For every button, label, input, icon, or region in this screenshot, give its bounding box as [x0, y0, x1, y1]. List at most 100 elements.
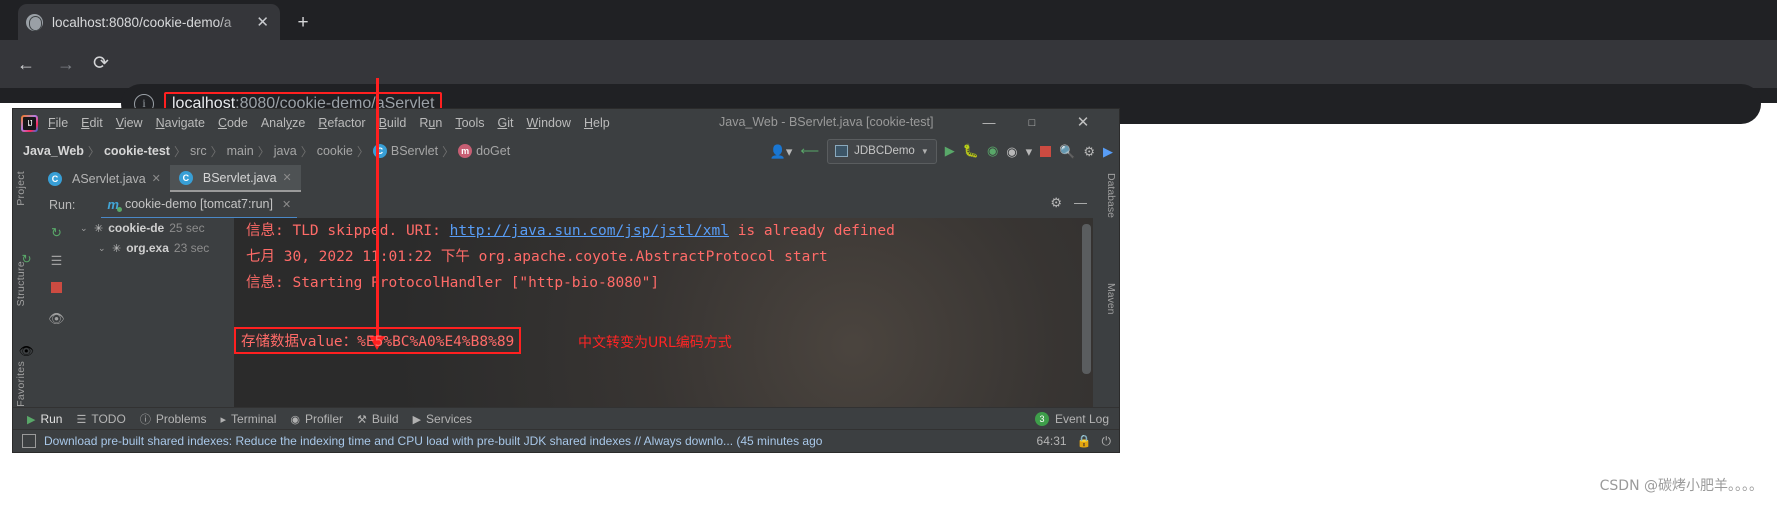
event-log-button[interactable]: 3 Event Log [1034, 412, 1109, 426]
run-icon[interactable]: ▶ [945, 143, 955, 159]
breadcrumb-separator: 〉 [210, 144, 223, 159]
hide-icon[interactable]: — [1074, 196, 1087, 209]
run-with-coverage-icon[interactable]: ◉ [987, 143, 998, 159]
eye-icon[interactable]: 👁 [18, 343, 35, 360]
breadcrumb-label: doGet [476, 143, 511, 158]
back-icon[interactable]: ← [14, 52, 38, 76]
search-icon[interactable]: 🔍 [1059, 145, 1075, 158]
sidebar-item-maven[interactable]: Maven [1105, 283, 1117, 315]
console-line: 七月 30, 2022 11:01:22 下午 org.apache.coyot… [246, 249, 828, 265]
menu-item-code[interactable]: Code [218, 116, 248, 130]
breadcrumb-label: java [273, 144, 297, 158]
forward-icon[interactable]: → [54, 52, 78, 76]
class-icon: C [48, 171, 62, 186]
sidebar-item-database[interactable]: Database [1105, 173, 1117, 218]
memory-indicator[interactable]: 64:31 [1037, 434, 1067, 448]
menu-item-window[interactable]: Window [526, 116, 570, 130]
tool-button-profiler[interactable]: ◉ Profiler [290, 412, 343, 426]
sidebar-item-project[interactable]: Project [15, 171, 27, 206]
window-title: Java_Web - BServlet.java [cookie-test] [719, 115, 934, 129]
run-configuration-selector[interactable]: JDBCDemo ▼ [827, 138, 937, 164]
chevron-down-icon[interactable]: ⌄ [80, 223, 89, 234]
browser-tab[interactable]: localhost:8080/cookie-demo/a ✕ [18, 4, 280, 40]
tool-window-bar: ▶ Run ☰ TODO ⓘ Problems ▸ Terminal ◉ Profiler ⚒ Bui… [13, 407, 1119, 430]
menu-item-navigate[interactable]: Navigate [156, 116, 205, 130]
tool-button-build[interactable]: ⚒ Build [357, 412, 399, 426]
user-icon[interactable]: 👤▾ [770, 145, 793, 158]
chevron-down-icon[interactable]: ▾ [1026, 145, 1033, 158]
console-link[interactable]: http://java.sun.com/jsp/jstl/xml [450, 223, 729, 239]
profiler-icon[interactable]: ◉ [1006, 145, 1017, 158]
tool-button-problems[interactable]: ⓘ Problems [140, 411, 207, 427]
power-save-icon[interactable]: ⏻ [1102, 434, 1112, 449]
menu-item-file[interactable]: File [48, 116, 68, 130]
annotation-arrow-line [376, 78, 379, 343]
browser-tab-title: localhost:8080/cookie-demo/a [52, 14, 232, 30]
update-arrow-icon[interactable]: ⟵ [800, 143, 819, 159]
tool-button-run[interactable]: ▶ Run [27, 412, 62, 426]
run-session-tab[interactable]: m cookie-demo [tomcat7:run] ✕ [101, 192, 298, 219]
status-message[interactable]: Download pre-built shared indexes: Reduc… [44, 434, 822, 448]
close-icon[interactable]: ✕ [282, 198, 291, 211]
chevron-down-icon[interactable]: ⌄ [98, 243, 107, 254]
new-tab-button[interactable]: + [290, 10, 316, 36]
run-tree-node[interactable]: ⌄ ✳ org.exa 23 sec [74, 238, 234, 258]
menu-item-git[interactable]: Git [498, 116, 514, 130]
breadcrumb-item-java_web[interactable]: Java_Web [23, 144, 84, 158]
eye-icon[interactable]: 👁 [48, 310, 65, 327]
editor-tabs: C AServlet.java ✕ C BServlet.java ✕ [39, 165, 1093, 192]
lock-icon[interactable]: 🔒 [1077, 434, 1092, 448]
running-icon: ✳ [112, 242, 122, 255]
close-icon[interactable]: ✕ [1072, 113, 1094, 133]
minimize-icon[interactable]: — [978, 113, 1000, 133]
menu-item-build[interactable]: Build [379, 116, 407, 130]
menu-item-view[interactable]: View [116, 116, 143, 130]
stop-icon[interactable] [48, 280, 65, 297]
breadcrumb-item-bservlet[interactable]: C BServlet [372, 144, 438, 159]
class-icon: C [372, 144, 387, 159]
close-icon[interactable]: ✕ [253, 15, 272, 30]
breadcrumb-item-cookie-test[interactable]: cookie-test [104, 144, 170, 158]
tool-button-services[interactable]: ▶ Services [413, 412, 472, 426]
breadcrumb-item-doget[interactable]: m doGet [458, 144, 510, 159]
filter-icon[interactable]: ☰ [48, 252, 65, 269]
maximize-icon[interactable]: □ [1021, 113, 1043, 133]
rerun-icon[interactable]: ↻ [48, 224, 65, 241]
services-icon: ▶ [412, 413, 422, 426]
reload-icon[interactable]: ⟳ [89, 52, 113, 76]
tool-button-todo[interactable]: ☰ TODO [76, 412, 125, 426]
breadcrumb-item-java[interactable]: java [274, 144, 297, 158]
breadcrumb-separator: 〉 [300, 144, 313, 159]
sidebar-item-favorites[interactable]: Favorites [15, 361, 27, 407]
tool-button-terminal[interactable]: ▸ Terminal [221, 412, 277, 426]
debug-icon[interactable]: 🐛 [963, 143, 979, 159]
tool-button-label: Build [371, 412, 399, 426]
sidebar-item-structure[interactable]: Structure [15, 261, 27, 306]
close-icon[interactable]: ✕ [283, 171, 292, 184]
run-tree-node[interactable]: ⌄ ✳ cookie-de 25 sec [74, 218, 234, 238]
menu-item-edit[interactable]: Edit [81, 116, 103, 130]
menu-item-help[interactable]: Help [584, 116, 610, 130]
run-panel-label: Run: [49, 198, 76, 212]
breadcrumb: Java_Web 〉 cookie-test 〉 src 〉 main 〉 java 〉 cooki… [23, 143, 510, 160]
breadcrumb-item-cookie[interactable]: cookie [317, 144, 353, 158]
run-icon: ▶ [27, 413, 36, 426]
stop-icon[interactable] [1040, 145, 1052, 157]
run-config-name: JDBCDemo [854, 145, 915, 157]
menu-item-run[interactable]: Run [419, 116, 442, 130]
editor-tab-bservlet-java[interactable]: C BServlet.java ✕ [169, 165, 301, 192]
menu-item-analyze[interactable]: Analyze [261, 116, 305, 130]
menu-item-tools[interactable]: Tools [455, 116, 484, 130]
intellij-window: File Edit View Navigate Code Analyze Refactor B… [12, 108, 1120, 453]
editor-tab-aservlet-java[interactable]: C AServlet.java ✕ [39, 165, 170, 192]
breadcrumb-item-main[interactable]: main [227, 144, 254, 158]
menu-item-refactor[interactable]: Refactor [318, 116, 365, 130]
console-vertical-scrollbar[interactable] [1082, 224, 1091, 374]
gear-icon[interactable]: ⚙ [1083, 145, 1095, 158]
console-output[interactable]: 信息: TLD skipped. URI: http://java.sun.co… [234, 218, 1093, 430]
close-icon[interactable]: ✕ [152, 172, 161, 185]
gear-icon[interactable]: ⚙ [1050, 196, 1062, 209]
breadcrumb-separator: 〉 [442, 144, 455, 159]
open-in-browser-icon[interactable]: ▶ [1103, 145, 1113, 158]
breadcrumb-item-src[interactable]: src [190, 144, 207, 158]
